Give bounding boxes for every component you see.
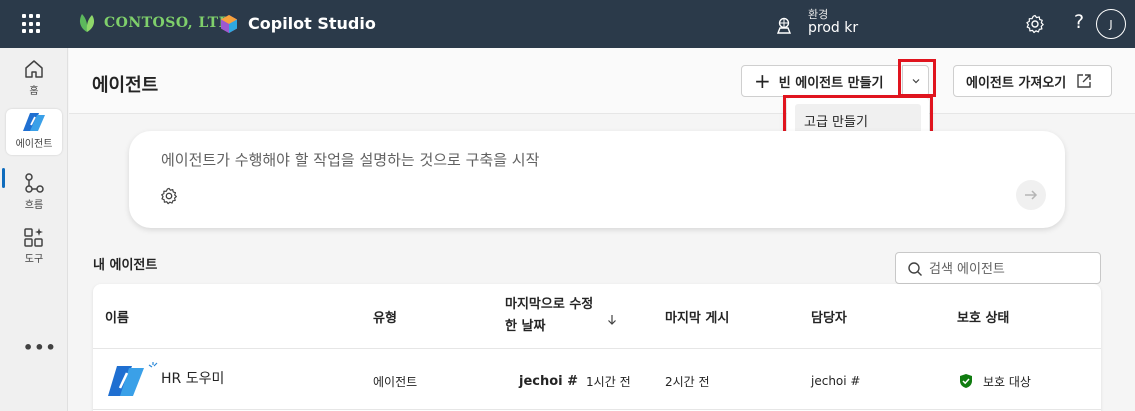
app-name: Copilot Studio (248, 14, 376, 33)
sort-descending-icon[interactable] (607, 314, 617, 326)
nav-item-home[interactable]: 홈 (6, 56, 62, 102)
column-header-name[interactable]: 이름 (105, 284, 129, 348)
column-header-protection[interactable]: 보호 상태 (957, 284, 1009, 348)
import-agent-button[interactable]: 에이전트 가져오기 (953, 65, 1112, 97)
divider (93, 409, 1101, 410)
new-indicator-icon (148, 362, 158, 368)
active-nav-indicator (2, 168, 5, 188)
column-header-modified-line2: 한 날짜 (505, 319, 546, 334)
import-agent-label: 에이전트 가져오기 (966, 75, 1067, 91)
agent-name-link[interactable]: HR 도우미 (161, 368, 224, 388)
column-header-modified[interactable]: 마지막으로 수정 한 날짜 (505, 284, 617, 348)
nav-item-agents[interactable]: 에이전트 (6, 109, 62, 155)
nav-item-flows[interactable]: 흐름 (6, 170, 62, 216)
column-header-published[interactable]: 마지막 게시 (665, 284, 729, 348)
send-button[interactable] (1016, 180, 1046, 210)
agents-icon (23, 113, 45, 131)
search-input[interactable] (929, 258, 1094, 280)
environment-icon[interactable] (774, 15, 794, 35)
modified-time: 1시간 전 (586, 374, 631, 389)
plus-icon: + (754, 69, 771, 93)
page-title: 에이전트 (92, 75, 159, 96)
agent-type: 에이전트 (373, 374, 418, 389)
contoso-logo-icon (79, 14, 95, 32)
column-header-owner[interactable]: 담당자 (811, 284, 847, 348)
flows-icon (25, 173, 44, 193)
modified-cell: jechoi # 1시간 전 (519, 349, 631, 411)
nav-item-label: 에이전트 (15, 139, 53, 150)
main-content: 에이전트 + 빈 에이전트 만들기 에이전트 가져오기 고급 만들기 에이전트가… (69, 48, 1135, 411)
copilot-studio-logo-icon (221, 15, 237, 33)
nav-item-label: 홈 (29, 86, 39, 97)
column-header-modified-line1: 마지막으로 수정 (505, 297, 594, 312)
left-nav-rail: 홈 에이전트 흐름 도구 ••• (0, 48, 68, 411)
agents-table: 이름 유형 마지막으로 수정 한 날짜 마지막 게시 담당자 보호 상태 HR … (93, 284, 1101, 411)
tools-icon (24, 228, 43, 247)
owner-name: jechoi # (811, 374, 861, 388)
arrow-right-icon (1025, 190, 1038, 200)
protection-status: 보호 대상 (983, 374, 1031, 389)
settings-gear-icon[interactable] (160, 187, 178, 205)
settings-gear-icon[interactable] (1025, 14, 1045, 34)
nav-item-label: 도구 (24, 254, 44, 265)
new-blank-agent-label: 빈 에이전트 만들기 (778, 75, 884, 91)
modified-by: jechoi # (519, 373, 579, 389)
environment-value[interactable]: prod kr (808, 20, 858, 36)
new-blank-agent-button[interactable]: + 빈 에이전트 만들기 (741, 65, 901, 97)
column-header-type[interactable]: 유형 (373, 284, 397, 348)
nav-item-label: 흐름 (24, 200, 44, 211)
search-icon (908, 262, 922, 276)
published-time: 2시간 전 (665, 374, 710, 389)
company-name: CONTOSO, LTD. (104, 15, 237, 31)
my-agents-title: 내 에이전트 (93, 258, 158, 273)
nav-item-tools[interactable]: 도구 (6, 224, 62, 270)
prompt-placeholder[interactable]: 에이전트가 수행해야 할 작업을 설명하는 것으로 구축을 시작 (161, 149, 539, 170)
top-bar: CONTOSO, LTD. Copilot Studio 환경 prod kr … (0, 0, 1135, 48)
agent-icon (108, 366, 144, 396)
app-launcher-icon[interactable] (22, 14, 42, 34)
search-agents-box[interactable] (895, 252, 1101, 284)
help-icon[interactable]: ? (1074, 11, 1084, 33)
open-external-icon (1077, 74, 1091, 88)
shield-check-icon (960, 374, 972, 388)
more-options-icon[interactable]: ••• (23, 338, 57, 357)
highlight-box (898, 59, 936, 97)
user-avatar[interactable]: J (1096, 9, 1126, 39)
home-icon (25, 60, 43, 78)
agent-description-prompt[interactable]: 에이전트가 수행해야 할 작업을 설명하는 것으로 구축을 시작 (129, 131, 1065, 228)
